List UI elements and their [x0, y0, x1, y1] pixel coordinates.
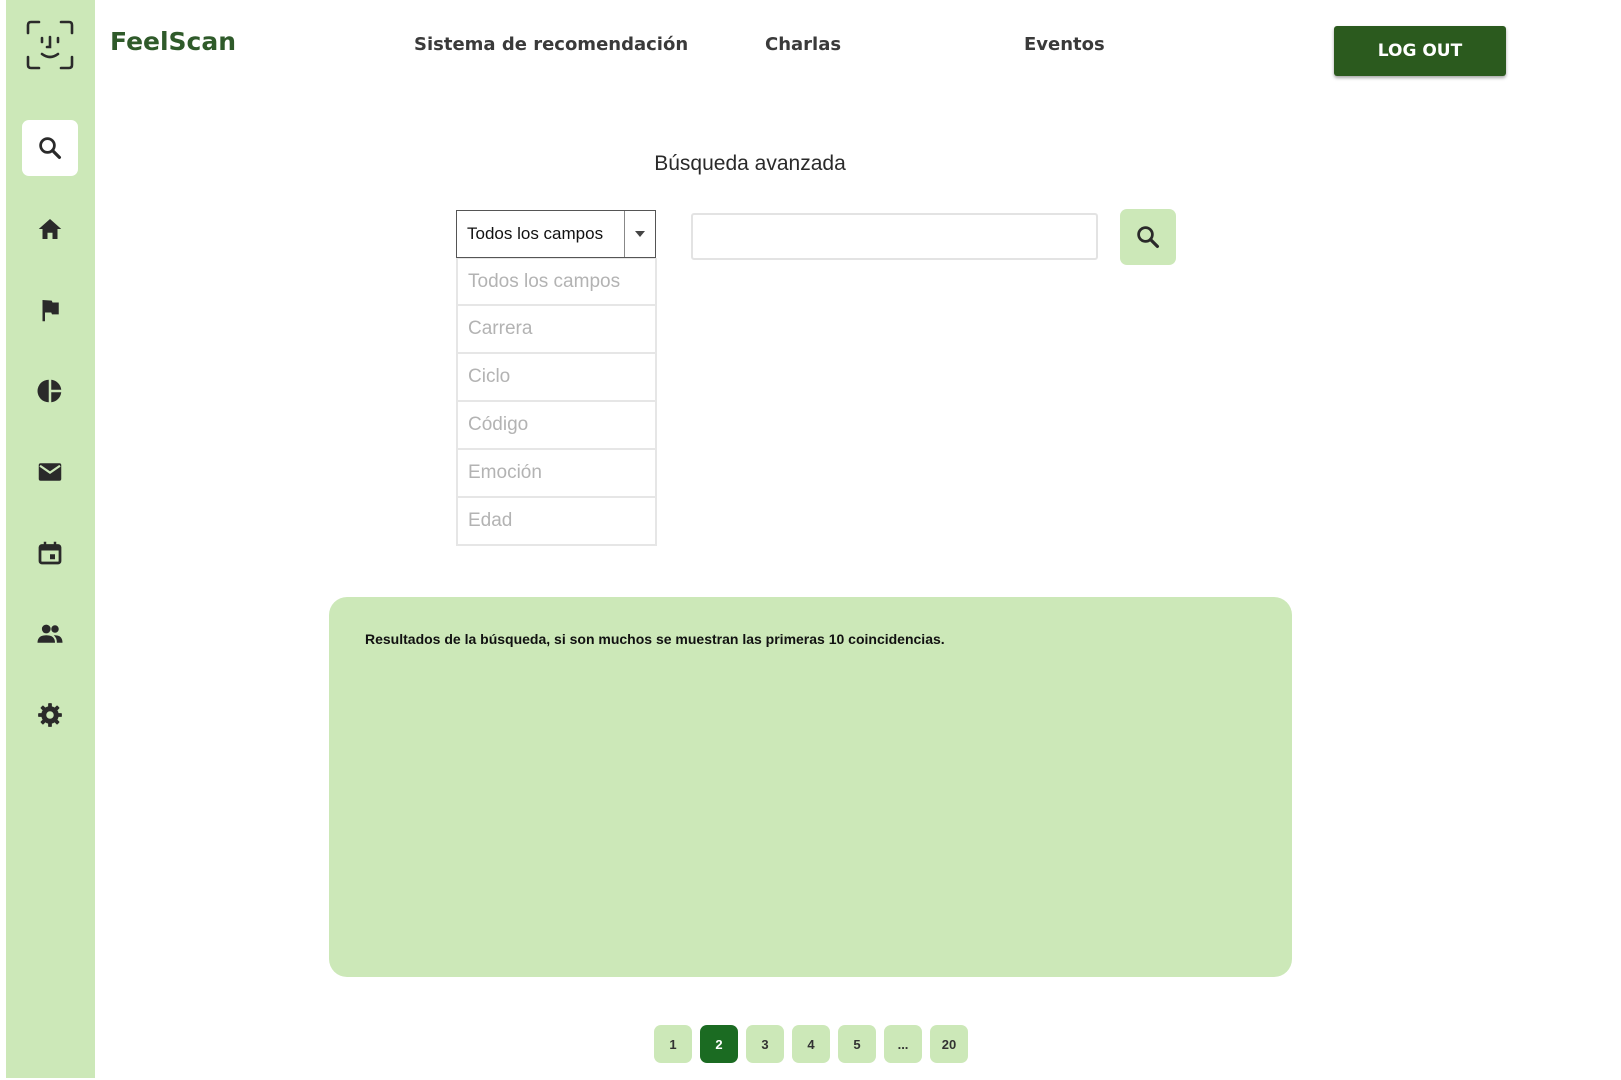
- sidebar-item-flag[interactable]: [22, 282, 78, 338]
- select-option-cycle[interactable]: Ciclo: [456, 354, 657, 402]
- page-button[interactable]: 3: [746, 1025, 784, 1063]
- nav-link-talks[interactable]: Charlas: [765, 34, 841, 55]
- sidebar-item-stats[interactable]: [22, 363, 78, 419]
- select-option-career[interactable]: Carrera: [456, 306, 657, 354]
- sidebar-item-home[interactable]: [22, 201, 78, 257]
- search-input[interactable]: [691, 213, 1098, 260]
- mail-icon: [38, 463, 62, 481]
- search-icon: [39, 137, 61, 159]
- select-options-list: Todos los campos Carrera Ciclo Código Em…: [456, 258, 657, 546]
- pie-chart-icon: [37, 379, 62, 403]
- page-title: Búsqueda avanzada: [654, 152, 846, 175]
- page-button[interactable]: 5: [838, 1025, 876, 1063]
- app-title: FeelScan: [110, 27, 237, 56]
- select-current-value: Todos los campos: [467, 224, 604, 243]
- flag-icon: [42, 300, 59, 322]
- sidebar-item-settings[interactable]: [22, 687, 78, 743]
- people-icon: [37, 624, 63, 643]
- pagination: 1 2 3 4 5 ... 20: [654, 1025, 968, 1063]
- sidebar: [6, 0, 95, 1078]
- outer-frame: [1540, 0, 1621, 1080]
- sidebar-item-mail[interactable]: [22, 444, 78, 500]
- page-ellipsis: ...: [884, 1025, 922, 1063]
- select-option-code[interactable]: Código: [456, 402, 657, 450]
- sidebar-item-calendar[interactable]: [22, 525, 78, 581]
- chevron-down-icon[interactable]: [624, 211, 655, 257]
- page-button-last[interactable]: 20: [930, 1025, 968, 1063]
- sidebar-item-users[interactable]: [22, 606, 78, 662]
- gear-icon: [38, 703, 62, 727]
- nav-link-events[interactable]: Eventos: [1024, 34, 1105, 55]
- select-option-all[interactable]: Todos los campos: [456, 258, 657, 306]
- calendar-icon: [38, 541, 62, 565]
- search-button[interactable]: [1120, 209, 1176, 265]
- select-option-age[interactable]: Edad: [456, 498, 657, 546]
- search-icon: [1137, 226, 1159, 248]
- page-button[interactable]: 1: [654, 1025, 692, 1063]
- face-scan-logo-icon: [22, 17, 78, 73]
- select-option-emotion[interactable]: Emoción: [456, 450, 657, 498]
- results-message: Resultados de la búsqueda, si son muchos…: [365, 631, 945, 647]
- search-field-select[interactable]: Todos los campos: [456, 210, 656, 258]
- sidebar-item-search[interactable]: [22, 120, 78, 176]
- home-icon: [38, 219, 62, 239]
- results-panel: Resultados de la búsqueda, si son muchos…: [329, 597, 1292, 977]
- logout-button[interactable]: LOG OUT: [1334, 26, 1506, 76]
- nav-link-recommendation[interactable]: Sistema de recomendación: [414, 34, 688, 55]
- page-button-current[interactable]: 2: [700, 1025, 738, 1063]
- page-button[interactable]: 4: [792, 1025, 830, 1063]
